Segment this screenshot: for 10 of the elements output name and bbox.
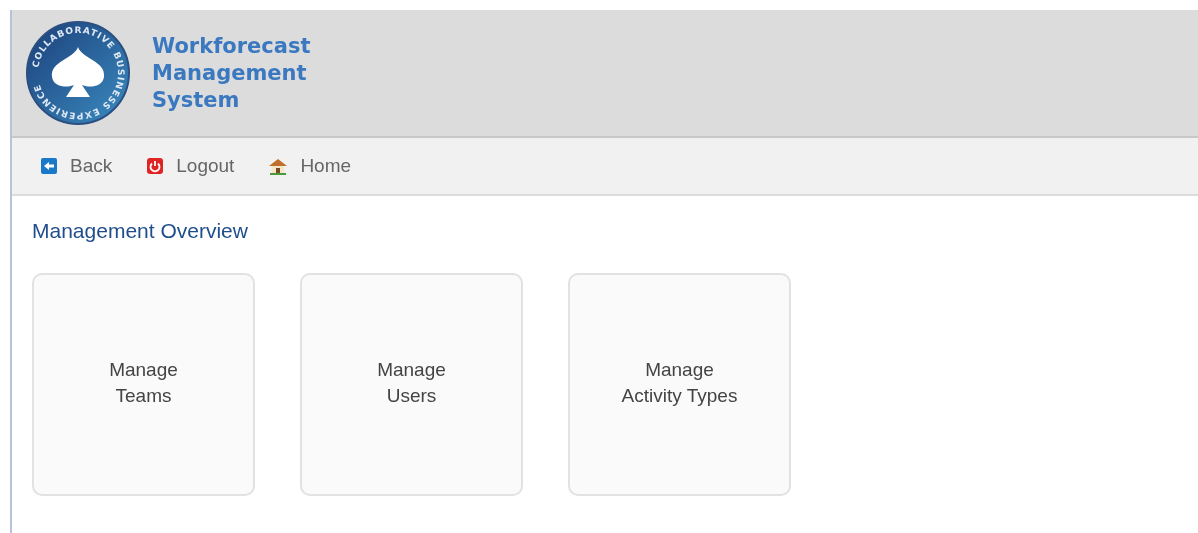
nav-link[interactable]: Back: [40, 151, 113, 181]
house-icon: [268, 157, 289, 175]
menu-tile[interactable]: Manage Teams: [32, 272, 255, 496]
nav-link[interactable]: Logout: [146, 151, 235, 181]
menu-tile[interactable]: Manage Users: [300, 272, 523, 496]
nav-link[interactable]: Home: [268, 151, 352, 181]
power-icon: [146, 157, 165, 175]
page-title: Management Overview: [32, 218, 249, 244]
app-title: Workforecast Management System: [152, 32, 312, 114]
menu-tile[interactable]: Manage Activity Types: [568, 272, 791, 496]
